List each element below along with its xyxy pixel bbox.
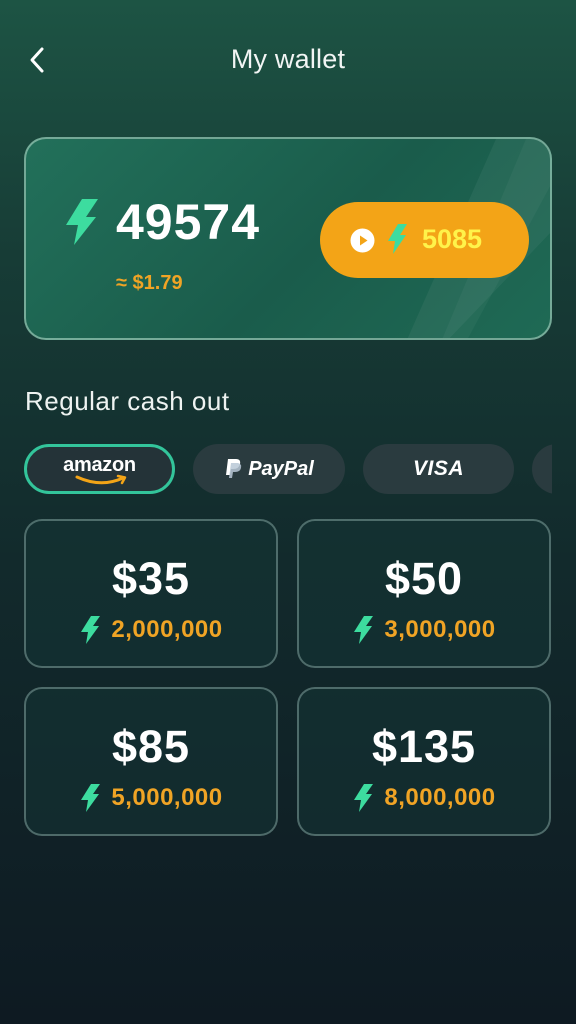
lightning-bolt-icon: [354, 616, 374, 644]
method-paypal[interactable]: PayPal: [193, 444, 345, 494]
amazon-logo: amazon: [59, 454, 141, 485]
amazon-smile-icon: [75, 474, 126, 485]
offer-cost: 3,000,000: [299, 615, 549, 645]
reward-value: 5085: [422, 224, 483, 254]
offer-cost-value: 3,000,000: [384, 616, 496, 643]
balance-card: 49574 ≈ $1.79 5085: [24, 137, 552, 340]
offer-cost-value: 2,000,000: [111, 616, 223, 643]
offer-amount: $50: [384, 553, 464, 604]
cashout-offer[interactable]: $35 2,000,000: [24, 519, 278, 668]
page-title: My wallet: [230, 44, 346, 74]
offer-cost: 2,000,000: [26, 615, 276, 645]
balance-usd-approx: ≈ $1.79: [116, 272, 183, 294]
lightning-bolt-icon: [354, 784, 374, 812]
cashout-offer[interactable]: $50 3,000,000: [297, 519, 551, 668]
cashout-offer[interactable]: $135 8,000,000: [297, 687, 551, 836]
offer-cost-value: 8,000,000: [384, 784, 496, 811]
offer-amount: $35: [111, 553, 191, 604]
coin-balance: 49574: [116, 194, 261, 250]
lightning-bolt-icon: [81, 784, 101, 812]
section-title: Regular cash out: [25, 386, 230, 416]
offer-amount: $135: [371, 721, 477, 772]
visa-label: VISA: [412, 457, 464, 480]
offer-cost-value: 5,000,000: [111, 784, 223, 811]
payment-method-tabs: amazon PayPal VISA: [24, 444, 552, 496]
paypal-icon: [226, 459, 242, 478]
offer-amount: $85: [111, 721, 191, 772]
lightning-bolt-icon: [81, 616, 101, 644]
cashout-offer[interactable]: $85 5,000,000: [24, 687, 278, 836]
header: My wallet: [0, 0, 576, 120]
lightning-bolt-icon: [66, 199, 98, 245]
paypal-label: PayPal: [248, 457, 314, 480]
offer-cost: 8,000,000: [299, 783, 549, 813]
method-visa[interactable]: VISA: [363, 444, 514, 494]
lightning-bolt-icon: [388, 224, 407, 254]
method-more[interactable]: [532, 444, 552, 494]
method-amazon[interactable]: amazon: [24, 444, 175, 494]
offer-cost: 5,000,000: [26, 783, 276, 813]
watch-reward-button[interactable]: 5085: [320, 202, 529, 278]
play-icon: [350, 228, 375, 253]
